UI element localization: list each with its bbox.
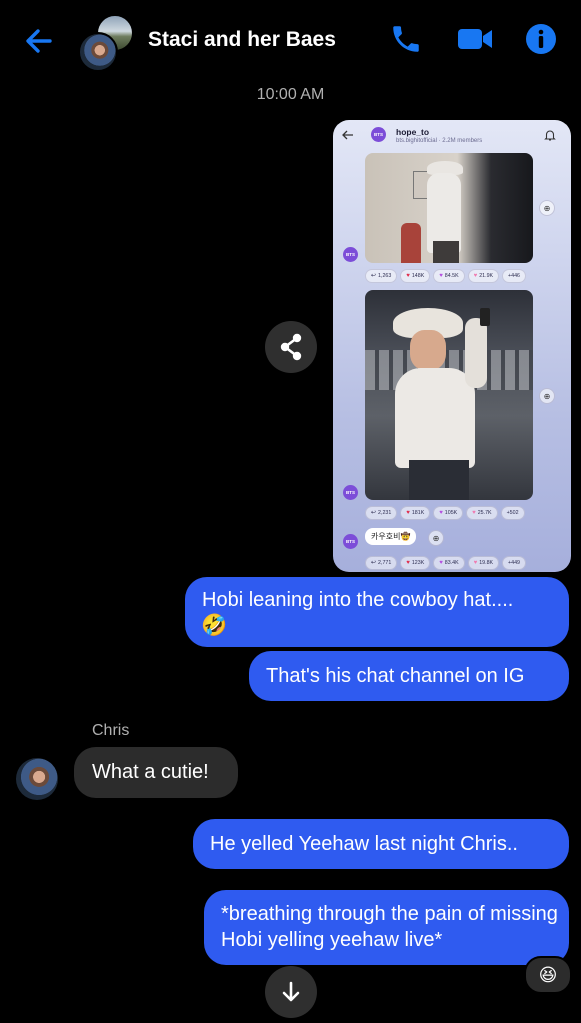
video-call-button[interactable] [456,22,494,56]
phone-icon [393,26,419,52]
post-photo-2 [365,290,533,500]
post-photo-1 [365,153,533,263]
laughing-emoji: 🤣 [201,614,228,637]
info-icon [526,24,556,54]
reaction-chip[interactable]: ↩ 1,263 [365,269,398,283]
forward-button-1[interactable]: ⊕ [539,200,555,216]
reaction-chip[interactable]: +449 [502,556,526,570]
message-bubble-outgoing[interactable]: Hobi leaning into the cowboy hat.... 🤣 [185,577,569,647]
post-avatar-2: BTS [343,485,358,500]
bell-icon [543,128,557,142]
channel-avatar: BTS [371,127,386,142]
post-avatar-1: BTS [343,247,358,262]
post-avatar-3: BTS [343,534,358,549]
reaction-chip[interactable]: ↩ 2,231 [365,506,398,520]
reaction-chip[interactable]: ♥ 148K [400,269,431,283]
message-timestamp: 10:00 AM [256,86,325,103]
reactions-row-2: ↩ 2,231 ♥ 181K ♥ 105K ♥ 25.7K +502 [365,506,525,520]
share-icon [280,333,302,361]
message-reaction-badge[interactable]: 😆 [524,956,572,994]
video-camera-icon [458,29,492,49]
message-text: Hobi leaning into the cowboy hat.... [202,589,514,611]
shared-image[interactable]: BTS hope_to bts.bighitofficial · 2.2M me… [333,120,571,572]
avatar-photo-front [78,32,118,72]
reaction-chip[interactable]: ♥ 83.4K [433,556,465,570]
reactions-row-1: ↩ 1,263 ♥ 148K ♥ 84.5K ♥ 21.9K +446 [365,269,526,283]
reaction-chip[interactable]: ♥ 105K [433,506,464,520]
reaction-chip[interactable]: ♥ 25.7K [466,506,498,520]
message-bubble-outgoing[interactable]: He yelled Yeehaw last night Chris.. [193,819,569,869]
call-button[interactable] [389,22,423,56]
chat-title: Staci and her Baes [148,28,336,51]
message-bubble-incoming[interactable]: What a cutie! [74,747,238,798]
message-text: *breathing through the pain of missing H… [221,903,558,951]
grinning-squint-emoji: 😆 [538,964,558,985]
channel-name: hope_to [396,127,430,137]
back-button[interactable] [20,22,58,60]
sender-avatar[interactable] [16,758,58,800]
message-text: That's his chat channel on IG [266,665,525,687]
share-button[interactable] [265,321,317,373]
scroll-to-bottom-button[interactable] [265,966,317,1018]
group-avatar[interactable] [78,14,134,72]
avatar-photo [16,758,58,800]
info-button[interactable] [524,22,558,56]
forward-button-3[interactable]: ⊕ [428,530,444,546]
tg-back-icon [341,128,355,142]
sender-name: Chris [92,722,130,739]
reaction-chip[interactable]: ♥ 181K [400,506,431,520]
post-text-3: 카우호비🤠 [365,528,417,545]
reaction-chip[interactable]: ♥ 21.9K [467,269,500,283]
message-text: What a cutie! [92,761,209,783]
message-text: He yelled Yeehaw last night Chris.. [210,833,518,855]
message-bubble-outgoing[interactable]: *breathing through the pain of missing H… [204,890,569,965]
arrow-left-icon [26,29,52,53]
channel-subtitle: bts.bighitofficial · 2.2M members [396,138,483,144]
reaction-chip[interactable]: +502 [500,506,525,520]
forward-button-2[interactable]: ⊕ [539,388,555,404]
reaction-chip[interactable]: ♥ 19.8K [467,556,500,570]
reaction-chip[interactable]: ♥ 84.5K [433,269,465,283]
reaction-chip[interactable]: ↩ 2,771 [365,556,398,570]
reaction-chip[interactable]: ♥ 123K [400,556,431,570]
reaction-chip[interactable]: +446 [502,269,526,283]
arrow-down-icon [282,981,300,1002]
reactions-row-3: ↩ 2,771 ♥ 123K ♥ 83.4K ♥ 19.8K +449 [365,556,526,570]
message-bubble-outgoing[interactable]: That's his chat channel on IG [249,651,569,701]
